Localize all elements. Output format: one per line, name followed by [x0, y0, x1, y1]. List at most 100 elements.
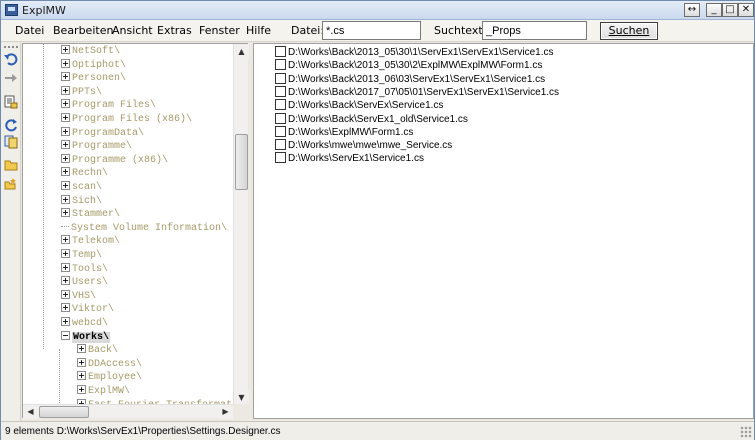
tree-item[interactable]: Telekom\	[61, 235, 120, 248]
restore-window-icon[interactable]: ↔	[684, 3, 700, 17]
tree-item[interactable]: NetSoft\	[61, 45, 120, 58]
tree-vertical-scrollbar[interactable]: ▲ ▼	[233, 44, 249, 405]
minimize-button[interactable]: _	[706, 3, 722, 17]
result-checkbox[interactable]	[275, 99, 286, 110]
tree-item[interactable]: PPTs\	[61, 86, 102, 99]
resize-grip-icon[interactable]	[740, 426, 752, 438]
scroll-up-icon[interactable]: ▲	[234, 44, 249, 59]
folder-icon[interactable]	[4, 158, 18, 172]
expand-icon[interactable]	[61, 113, 70, 122]
expand-icon[interactable]	[61, 317, 70, 326]
result-checkbox[interactable]	[275, 113, 286, 124]
tree-horizontal-scroll-thumb[interactable]	[39, 406, 89, 418]
expand-icon[interactable]	[61, 303, 70, 312]
expand-icon[interactable]	[61, 154, 70, 163]
tree-item[interactable]: scan\	[61, 181, 102, 194]
result-row[interactable]: D:\Works\Back\2017_07\05\01\ServEx1\Serv…	[275, 86, 559, 99]
result-row[interactable]: D:\Works\mwe\mwe\mwe_Service.cs	[275, 139, 452, 152]
result-row[interactable]: D:\Works\Back\2013_05\30\1\ServEx1\ServE…	[275, 46, 554, 59]
expand-icon[interactable]	[77, 371, 86, 380]
expand-icon[interactable]	[61, 167, 70, 176]
tree-item[interactable]: Optiphot\	[61, 59, 126, 72]
expand-icon[interactable]	[61, 127, 70, 136]
refresh-icon[interactable]	[4, 118, 18, 132]
tree-item[interactable]: Works\	[61, 331, 111, 344]
search-text-input[interactable]	[482, 21, 587, 40]
result-checkbox[interactable]	[275, 73, 286, 84]
result-row[interactable]: D:\Works\ExplMW\Form1.cs	[275, 126, 413, 139]
tree-item[interactable]: Program Files (x86)\	[61, 113, 192, 126]
title-bar[interactable]: ExplMW ↔ _ □ ✕	[1, 1, 754, 20]
scroll-down-icon[interactable]: ▼	[234, 390, 249, 405]
folder-tree[interactable]: NetSoft\ Optiphot\ Personen\ PPTs\ Program F…	[22, 43, 248, 418]
tree-item[interactable]: ExplMW\	[77, 385, 130, 398]
menu-extras[interactable]: Extras	[157, 24, 192, 37]
tree-item[interactable]: Programme (x86)\	[61, 154, 168, 167]
result-checkbox[interactable]	[275, 59, 286, 70]
menu-bearbeiten[interactable]: Bearbeiten	[53, 24, 113, 37]
file-filter-input[interactable]	[322, 21, 421, 40]
tree-item[interactable]: Viktor\	[61, 303, 114, 316]
tree-item[interactable]: Tools\	[61, 263, 108, 276]
expand-icon[interactable]	[61, 86, 70, 95]
toolstrip-grip[interactable]	[4, 46, 18, 48]
scroll-left-icon[interactable]: ◀	[23, 405, 38, 419]
menu-fenster[interactable]: Fenster	[199, 24, 240, 37]
tree-item[interactable]: VHS\	[61, 290, 96, 303]
expand-icon[interactable]	[77, 358, 86, 367]
result-checkbox[interactable]	[275, 139, 286, 150]
expand-icon[interactable]	[61, 208, 70, 217]
expand-icon[interactable]	[77, 344, 86, 353]
tree-item[interactable]: Stammer\	[61, 208, 120, 221]
tree-item[interactable]: Rechn\	[61, 167, 108, 180]
tree-item[interactable]: Program Files\	[61, 99, 156, 112]
menu-ansicht[interactable]: Ansicht	[112, 24, 153, 37]
tree-vertical-scroll-thumb[interactable]	[235, 134, 248, 190]
result-checkbox[interactable]	[275, 86, 286, 97]
menu-hilfe[interactable]: Hilfe	[246, 24, 271, 37]
expand-icon[interactable]	[61, 140, 70, 149]
expand-icon[interactable]	[61, 99, 70, 108]
expand-icon[interactable]	[61, 72, 70, 81]
tree-item[interactable]: Temp\	[61, 249, 102, 262]
tree-item[interactable]: Personen\	[61, 72, 126, 85]
undo-icon[interactable]	[4, 52, 18, 66]
result-row[interactable]: D:\Works\Back\ServEx1_old\Service1.cs	[275, 113, 468, 126]
result-row[interactable]: D:\Works\ServEx1\Service1.cs	[275, 152, 424, 165]
expand-icon[interactable]	[61, 45, 70, 54]
expand-icon[interactable]	[61, 263, 70, 272]
scroll-right-icon[interactable]: ▶	[218, 405, 233, 419]
tree-item[interactable]: Users\	[61, 276, 108, 289]
close-button[interactable]: ✕	[738, 3, 754, 17]
result-row[interactable]: D:\Works\Back\2013_06\03\ServEx1\ServEx1…	[275, 73, 545, 86]
result-checkbox[interactable]	[275, 152, 286, 163]
tree-item[interactable]: Programme\	[61, 140, 132, 153]
expand-icon[interactable]	[61, 59, 70, 68]
tree-item[interactable]: DDAccess\	[77, 358, 142, 371]
tree-item[interactable]: ProgramData\	[61, 127, 144, 140]
maximize-button[interactable]: □	[722, 3, 738, 17]
search-button[interactable]: Suchen	[600, 22, 658, 40]
tree-item[interactable]: webcd\	[61, 317, 108, 330]
expand-icon[interactable]	[61, 181, 70, 190]
result-row[interactable]: D:\Works\Back\2013_05\30\2\ExplMW\ExplMW…	[275, 59, 542, 72]
tree-horizontal-scrollbar[interactable]: ◀ ▶	[23, 404, 233, 419]
collapse-icon[interactable]	[61, 331, 70, 340]
result-row[interactable]: D:\Works\Back\ServEx\Service1.cs	[275, 99, 443, 112]
expand-icon[interactable]	[61, 195, 70, 204]
properties-icon[interactable]	[4, 95, 18, 109]
results-list[interactable]: D:\Works\Back\2013_05\30\1\ServEx1\ServE…	[253, 43, 754, 419]
expand-icon[interactable]	[77, 385, 86, 394]
result-checkbox[interactable]	[275, 126, 286, 137]
expand-icon[interactable]	[61, 290, 70, 299]
expand-icon[interactable]	[61, 249, 70, 258]
copy-icon[interactable]	[4, 135, 18, 149]
result-checkbox[interactable]	[275, 46, 286, 57]
tree-item[interactable]: Sich\	[61, 195, 102, 208]
redo-icon[interactable]	[4, 71, 18, 85]
expand-icon[interactable]	[61, 276, 70, 285]
tree-item[interactable]: System Volume Information\	[61, 222, 227, 235]
expand-icon[interactable]	[61, 235, 70, 244]
tree-item[interactable]: Back\	[77, 344, 118, 357]
new-folder-icon[interactable]	[4, 177, 18, 191]
